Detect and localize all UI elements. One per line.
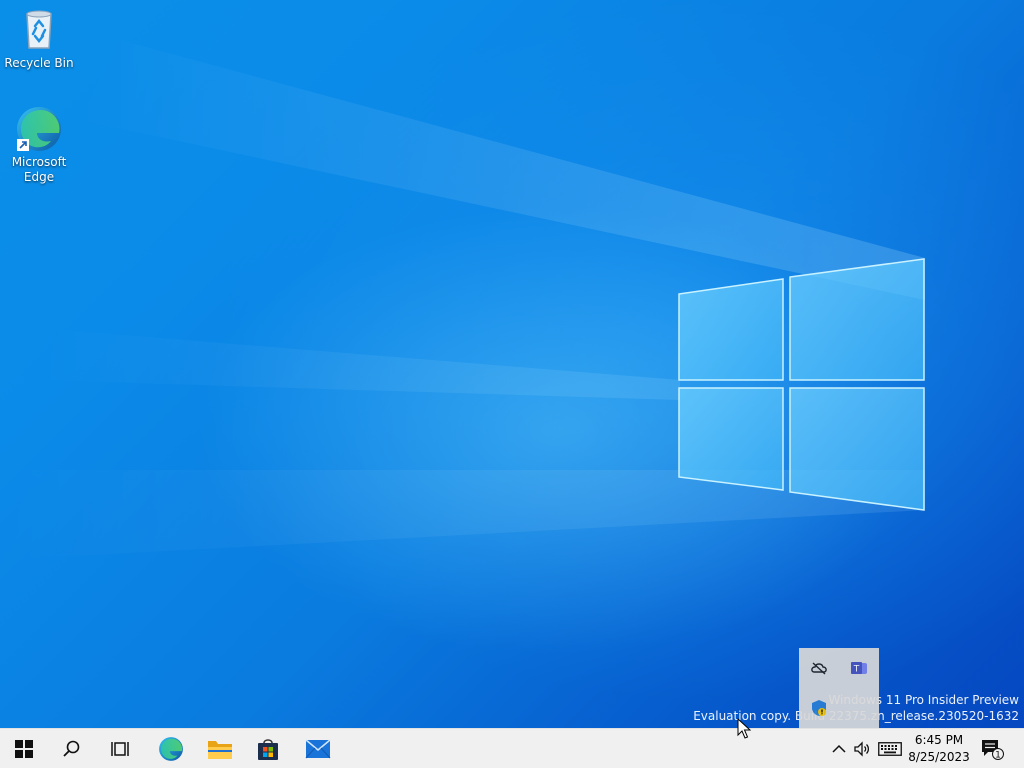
search-icon (63, 740, 80, 757)
desktop-icon-microsoft-edge[interactable]: Microsoft Edge (3, 105, 75, 185)
mail-button[interactable] (294, 729, 342, 769)
start-button[interactable] (0, 729, 48, 769)
keyboard-icon (878, 742, 902, 756)
windows-security-warning-icon[interactable] (809, 698, 829, 718)
file-explorer-icon (208, 741, 232, 759)
task-view-icon (111, 742, 129, 756)
clock-date: 8/25/2023 (908, 750, 970, 764)
chevron-up-icon (832, 744, 846, 753)
svg-text:T: T (853, 665, 860, 675)
recycle-bin-icon (26, 10, 52, 49)
volume-icon (854, 741, 870, 757)
onedrive-offline-icon[interactable] (809, 658, 829, 678)
edge-icon (159, 737, 183, 761)
mouse-cursor-icon (737, 718, 751, 739)
search-button[interactable] (48, 729, 96, 769)
task-view-button[interactable] (96, 729, 144, 769)
show-hidden-icons-button[interactable] (828, 729, 850, 769)
notification-center-icon: 1 (982, 740, 1004, 761)
teams-icon[interactable]: T (849, 658, 869, 678)
windows-wallpaper-logo (0, 40, 925, 560)
clock-time: 6:45 PM (914, 733, 964, 747)
volume-button[interactable] (850, 729, 874, 769)
taskbar: 6:45 PM 8/25/2023 1 (0, 728, 1024, 768)
desktop[interactable]: Recycle Bin Microsoft Edge Windows 11 Pr… (0, 0, 1024, 728)
touch-keyboard-button[interactable] (876, 729, 904, 769)
desktop-icon-label: Microsoft Edge (11, 155, 67, 184)
desktop-icon-label: Recycle Bin (4, 56, 74, 70)
desktop-icon-recycle-bin[interactable]: Recycle Bin (3, 6, 75, 71)
mail-icon (305, 739, 331, 759)
microsoft-store-icon (258, 739, 278, 760)
tray-overflow-flyout: T (799, 648, 879, 728)
taskbar-edge-button[interactable] (147, 729, 195, 769)
notification-count: 1 (995, 751, 1001, 761)
start-icon (15, 740, 33, 758)
file-explorer-button[interactable] (196, 729, 244, 769)
edge-icon (17, 107, 61, 151)
notifications-button[interactable]: 1 (978, 729, 1006, 769)
microsoft-store-button[interactable] (244, 729, 292, 769)
clock[interactable]: 6:45 PM 8/25/2023 (905, 731, 973, 767)
